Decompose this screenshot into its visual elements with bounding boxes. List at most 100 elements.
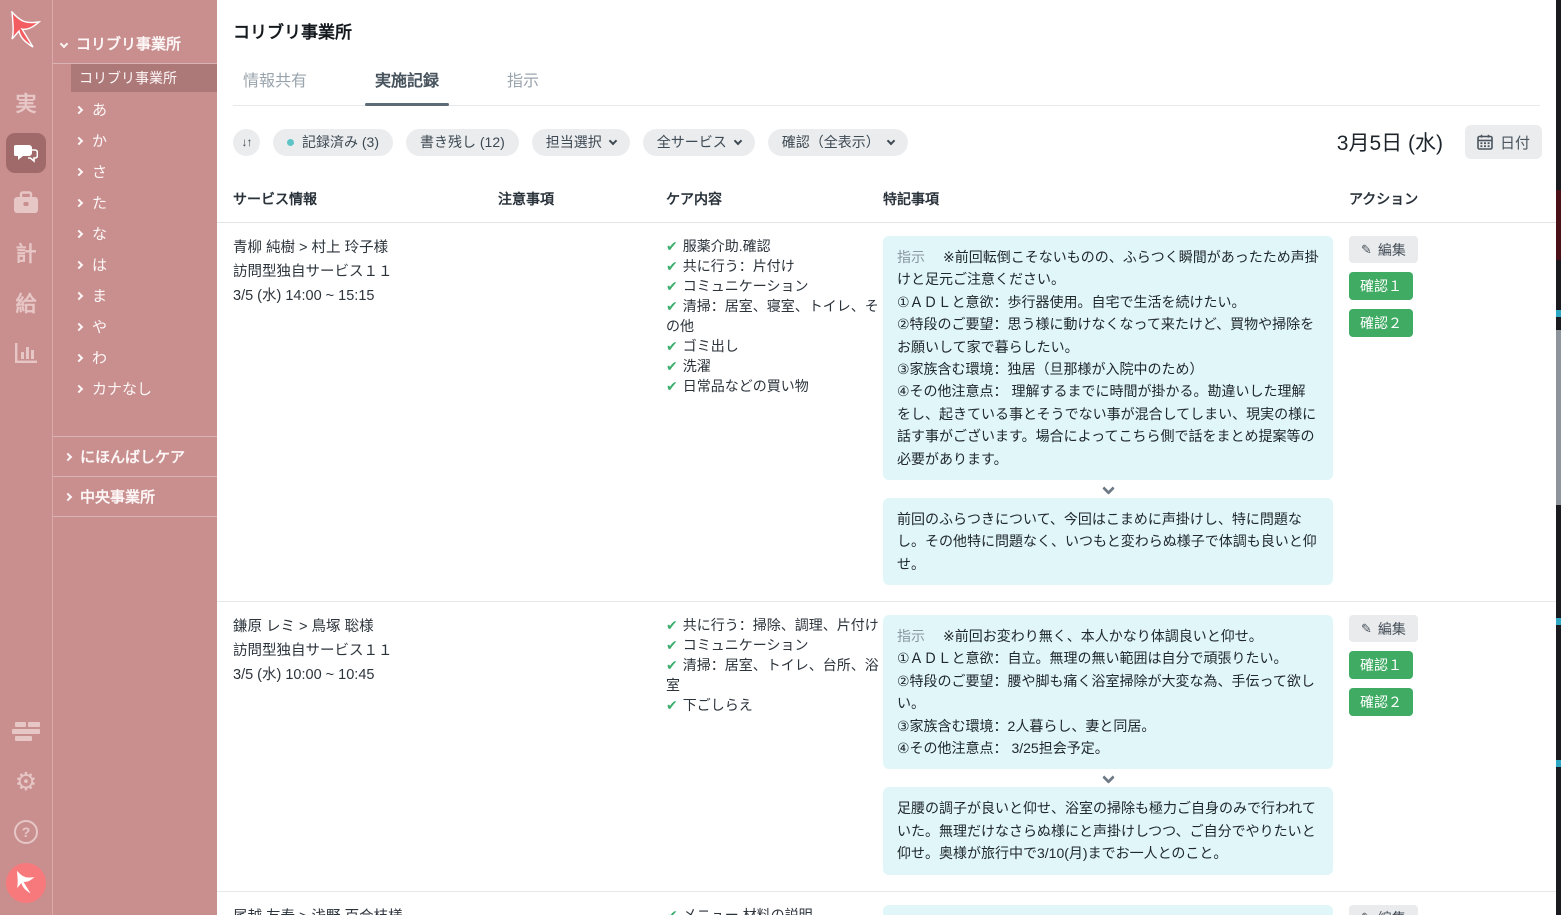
edit-label: 編集 bbox=[1378, 240, 1406, 260]
check-icon: ✔ bbox=[666, 697, 678, 713]
care-item-label: コミュニケーション bbox=[683, 278, 809, 294]
confirm-filter-label: 確認（全表示） bbox=[782, 132, 880, 152]
confirm1-button[interactable]: 確認１ bbox=[1349, 651, 1413, 679]
gear-icon: ⚙ bbox=[15, 767, 37, 797]
tree-item[interactable]: は bbox=[53, 249, 217, 280]
tree-item[interactable]: あ bbox=[53, 94, 217, 125]
instruction-text: ※前回お変わり無く、本人かなり体調良いと仰せ。 ①ＡＤＬと意欲：自立。無理の無い… bbox=[897, 628, 1315, 756]
tree-item[interactable]: わ bbox=[53, 342, 217, 373]
nav-list-item[interactable] bbox=[0, 707, 52, 757]
edit-button[interactable]: ✎ 編集 bbox=[1349, 615, 1418, 642]
nav-kei-item[interactable]: 計 bbox=[0, 228, 52, 278]
service-filter-dropdown[interactable]: 全サービス bbox=[643, 129, 755, 156]
tree-item[interactable]: や bbox=[53, 311, 217, 342]
screen-edge-artifact bbox=[1556, 760, 1561, 767]
sort-icon: ↓↑ bbox=[242, 135, 252, 149]
chevron-down-icon bbox=[734, 136, 742, 144]
col-care-content: ケア内容 bbox=[666, 189, 883, 209]
tree-item-label: か bbox=[92, 130, 107, 151]
chevron-right-icon bbox=[75, 384, 83, 392]
app-window: 実 計 給 ⚙ ? bbox=[0, 0, 1561, 915]
nav-jitsu-item[interactable]: 実 bbox=[0, 78, 52, 128]
list-icon bbox=[11, 721, 41, 743]
tree-item[interactable]: カナなし bbox=[53, 373, 217, 404]
service-datetime: 3/5 (水) 14:00 ~ 15:15 bbox=[233, 284, 498, 308]
nav-chart-item[interactable] bbox=[0, 328, 52, 378]
chat-bubbles-icon bbox=[6, 133, 46, 173]
confirm1-button[interactable]: 確認１ bbox=[1349, 272, 1413, 300]
care-item-label: 洗濯 bbox=[683, 358, 711, 374]
help-icon: ? bbox=[14, 820, 38, 844]
edit-button[interactable]: ✎編集 bbox=[1349, 905, 1418, 915]
edit-label: 編集 bbox=[1378, 619, 1406, 639]
confirm2-button[interactable]: 確認２ bbox=[1349, 688, 1413, 716]
special-notes-cell: 指示※前回は少し息切れがあったので注意深く。 ①ＡＤＬと意欲：透析で疲れる。目が… bbox=[883, 905, 1349, 915]
tree-group-label: にほんばしケア bbox=[80, 446, 185, 467]
cautions-cell bbox=[498, 236, 666, 585]
service-name: 訪問型独自サービス１１ bbox=[233, 639, 498, 663]
tree-group-chuo[interactable]: 中央事業所 bbox=[53, 476, 217, 517]
sort-button[interactable]: ↓↑ bbox=[233, 129, 260, 156]
chevron-right-icon bbox=[75, 260, 83, 268]
calendar-icon bbox=[1477, 134, 1493, 150]
unwritten-filter-button[interactable]: 書き残し (12) bbox=[406, 129, 519, 156]
check-icon: ✔ bbox=[666, 298, 678, 314]
expand-chevron-icon[interactable] bbox=[883, 480, 1333, 498]
instruction-label: 指示 bbox=[897, 249, 925, 265]
tree-item[interactable]: ま bbox=[53, 280, 217, 311]
tree-item-selected[interactable]: コリブリ事業所 bbox=[71, 64, 217, 92]
date-picker-button[interactable]: 日付 bbox=[1465, 125, 1542, 159]
result-note: 足腰の調子が良いと仰せ、浴室の掃除も極力ご自身のみで行われていた。無理だけなさら… bbox=[883, 787, 1333, 874]
tree-group-label: 中央事業所 bbox=[80, 486, 155, 507]
care-item: ✔共に行う：片付け bbox=[666, 256, 883, 276]
chevron-right-icon bbox=[75, 136, 83, 144]
special-notes-cell: 指示※前回お変わり無く、本人かなり体調良いと仰せ。 ①ＡＤＬと意欲：自立。無理の… bbox=[883, 615, 1349, 875]
tab-instruction[interactable]: 指示 bbox=[497, 67, 549, 105]
care-item-label: 清掃：居室、トイレ、台所、浴室 bbox=[666, 657, 879, 693]
check-icon: ✔ bbox=[666, 657, 678, 673]
confirm-filter-dropdown[interactable]: 確認（全表示） bbox=[768, 129, 908, 156]
care-item: ✔服薬介助.確認 bbox=[666, 236, 883, 256]
nav-chat-item[interactable] bbox=[0, 128, 52, 178]
tab-info-share[interactable]: 情報共有 bbox=[233, 67, 317, 105]
tree-item[interactable]: か bbox=[53, 125, 217, 156]
care-item-label: コミュニケーション bbox=[683, 637, 809, 653]
nav-kyu-item[interactable]: 給 bbox=[0, 278, 52, 328]
care-item-label: 清掃：居室、寝室、トイレ、その他 bbox=[666, 298, 879, 334]
check-icon: ✔ bbox=[666, 258, 678, 274]
pencil-icon: ✎ bbox=[1361, 621, 1372, 637]
screen-edge-artifact bbox=[1556, 330, 1561, 505]
hummingbird-fab-button[interactable] bbox=[6, 863, 46, 903]
tree-item[interactable]: な bbox=[53, 218, 217, 249]
chevron-right-icon bbox=[75, 353, 83, 361]
check-icon: ✔ bbox=[666, 238, 678, 254]
tab-implementation-record[interactable]: 実施記録 bbox=[365, 67, 449, 105]
nav-briefcase-item[interactable] bbox=[0, 178, 52, 228]
briefcase-icon bbox=[13, 191, 39, 215]
expand-chevron-icon[interactable] bbox=[883, 769, 1333, 787]
tree-item[interactable]: た bbox=[53, 187, 217, 218]
nav-settings-item[interactable]: ⚙ bbox=[0, 757, 52, 807]
record-rows: 青柳 純樹 > 村上 玲子様 訪問型独自サービス１１ 3/5 (水) 14:00… bbox=[217, 223, 1556, 915]
actions-cell: ✎編集 確認１ 確認２ bbox=[1349, 905, 1540, 915]
tree-item[interactable]: さ bbox=[53, 156, 217, 187]
tree-group-colibri[interactable]: コリブリ事業所 bbox=[53, 26, 217, 64]
confirm2-button[interactable]: 確認２ bbox=[1349, 309, 1413, 337]
chevron-right-icon bbox=[75, 105, 83, 113]
care-item: ✔下ごしらえ bbox=[666, 695, 883, 715]
check-icon: ✔ bbox=[666, 358, 678, 374]
special-notes-cell: 指示※前回転倒こそないものの、ふらつく瞬間があったため声掛けと足元ご注意ください… bbox=[883, 236, 1349, 585]
recorded-filter-button[interactable]: 記録済み (3) bbox=[273, 129, 393, 156]
unwritten-filter-label: 書き残し (12) bbox=[420, 132, 505, 152]
screen-edge-artifact bbox=[1556, 618, 1561, 625]
record-row: 青柳 純樹 > 村上 玲子様 訪問型独自サービス１１ 3/5 (水) 14:00… bbox=[217, 223, 1556, 602]
hummingbird-icon bbox=[15, 870, 37, 896]
edit-button[interactable]: ✎編集 bbox=[1349, 236, 1418, 263]
care-item: ✔ゴミ出し bbox=[666, 336, 883, 356]
screen-edge-artifact bbox=[1556, 190, 1561, 260]
kei-label: 計 bbox=[16, 238, 37, 268]
nav-help-item[interactable]: ? bbox=[0, 807, 52, 857]
icon-rail: 実 計 給 ⚙ ? bbox=[0, 0, 52, 915]
staff-select-dropdown[interactable]: 担当選択 bbox=[532, 129, 630, 156]
tree-group-nihonbashi[interactable]: にほんばしケア bbox=[53, 436, 217, 476]
